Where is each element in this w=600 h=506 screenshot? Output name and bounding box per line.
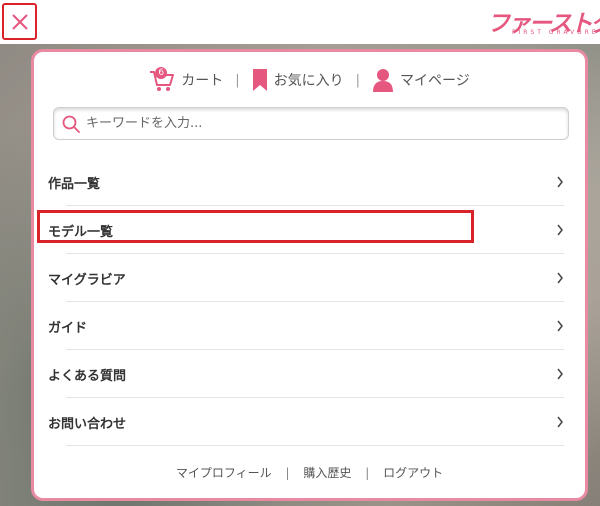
separator: | [235,72,240,88]
menu-item-label: マイグラビア [48,272,126,288]
account-links: 6 カート | お気に入り | マイページ [34,64,585,96]
menu-item-label: よくある質問 [48,368,127,384]
chevron-right-icon [557,272,563,284]
chevron-right-icon [557,368,563,380]
search-box [53,107,569,140]
mypage-label: マイページ [400,73,470,89]
separator: | [355,72,361,88]
search-icon [62,115,80,133]
menu-item-works[interactable]: 作品一覧 [48,158,578,206]
search-input[interactable] [86,116,546,131]
favorites-link[interactable]: お気に入り [252,68,344,92]
site-logo[interactable]: ファーストグラビア FIRST GRAVURE [487,4,600,40]
favorites-label: お気に入り [273,73,344,89]
cart-link[interactable]: 6 カート [149,67,223,93]
menu-item-guide[interactable]: ガイド [48,302,578,350]
menu-item-contact[interactable]: お問い合わせ [48,398,578,446]
separator: | [285,466,290,480]
my-profile-link[interactable]: マイプロフィール [176,466,272,480]
menu-item-label: モデル一覧 [48,224,114,240]
menu-item-label: 作品一覧 [48,176,101,192]
bookmark-icon [252,69,267,91]
chevron-right-icon [557,320,563,332]
mypage-link[interactable]: マイページ [372,68,470,92]
menu-item-label: お問い合わせ [48,416,127,432]
chevron-right-icon [557,416,563,428]
logout-link[interactable]: ログアウト [383,466,443,480]
menu-item-my-gravure[interactable]: マイグラビア [48,254,578,302]
top-bar: ファーストグラビア FIRST GRAVURE [0,0,600,44]
user-icon [373,69,394,92]
close-menu-button[interactable] [2,3,37,40]
main-menu: 作品一覧 モデル一覧 マイグラビア ガイド よくある質問 お問い合わせ [37,158,578,446]
close-icon [11,13,28,30]
menu-item-models[interactable]: モデル一覧 [37,206,578,254]
menu-item-faq[interactable]: よくある質問 [48,350,578,398]
footer-links: マイプロフィール | 購入歴史 | ログアウト [34,464,585,481]
cart-label: カート [181,73,224,89]
chevron-right-icon [557,224,563,236]
chevron-right-icon [557,176,563,188]
cart-icon: 6 [149,67,175,93]
purchase-history-link[interactable]: 購入歴史 [303,466,351,480]
menu-item-label: ガイド [48,320,88,336]
separator: | [365,466,370,480]
menu-panel: 6 カート | お気に入り | マイページ 作品一覧 [31,49,588,501]
logo-subtext: FIRST GRAVURE [512,29,599,36]
